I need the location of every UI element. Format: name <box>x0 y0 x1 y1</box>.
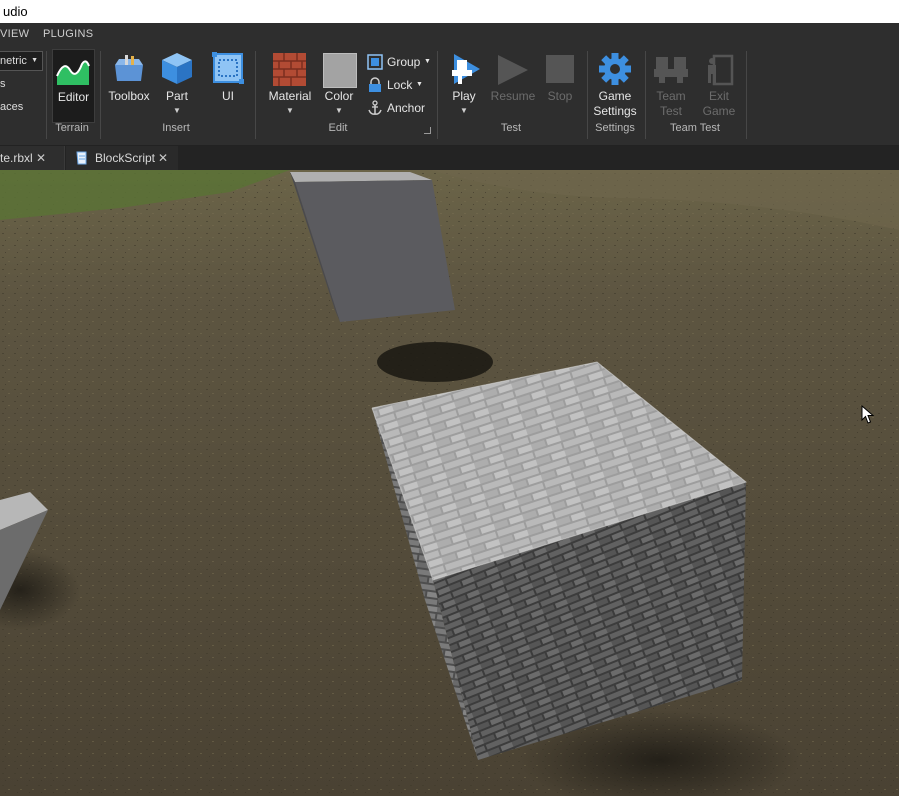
lock-icon <box>369 77 381 92</box>
ribbon-separator <box>746 51 747 139</box>
terrain-editor-button[interactable]: Editor <box>52 49 95 123</box>
window-title: udio <box>3 4 28 19</box>
team-test-icon <box>654 57 688 83</box>
chevron-down-icon: ▼ <box>173 106 181 115</box>
menu-item-plugins[interactable]: PLUGINS <box>43 23 93 45</box>
part-label: Part <box>165 89 188 103</box>
team-test-group-label: Team Test <box>670 122 720 134</box>
anchor-label: Anchor <box>387 101 426 115</box>
menu-bar: VIEW PLUGINS <box>0 23 899 46</box>
test-group-label: Test <box>500 122 522 134</box>
dropdown-value: netric <box>0 55 27 67</box>
brick-material-icon <box>273 53 306 86</box>
material-button[interactable]: Material ▼ <box>266 49 314 121</box>
settings-group-label: Settings <box>595 122 635 134</box>
tab-label: te.rbxl <box>0 151 33 165</box>
lock-label: Lock <box>387 78 413 92</box>
group-label: Group <box>387 55 421 69</box>
play-label: Play <box>452 89 476 103</box>
part-button[interactable]: Part ▼ <box>156 49 198 121</box>
left-partial-item-2[interactable]: aces <box>0 101 23 113</box>
chevron-down-icon: ▼ <box>460 106 468 115</box>
terrain-group-label: Terrain <box>55 122 89 134</box>
stop-button[interactable]: Stop <box>540 49 580 109</box>
toolbox-icon <box>115 55 143 81</box>
team-test-label-line2: Test <box>659 104 682 118</box>
toolbox-button[interactable]: Toolbox <box>104 49 154 109</box>
play-icon <box>452 54 480 84</box>
document-tab-bar: te.rbxl ✕ BlockScript ✕ <box>0 146 899 170</box>
insert-group-label: Insert <box>162 122 190 134</box>
chevron-down-icon: ▼ <box>335 106 343 115</box>
chevron-down-icon: ▼ <box>416 81 423 88</box>
group-icon <box>367 54 383 70</box>
game-settings-label-line2: Settings <box>593 104 637 118</box>
ribbon-toolbar: netric ▼ s aces Editor Terrain Toolbox P… <box>0 45 899 146</box>
tab-blockscript[interactable]: BlockScript ✕ <box>66 146 178 170</box>
tab-label: BlockScript <box>95 151 156 165</box>
terrain-editor-label: Editor <box>57 90 90 104</box>
scene-render <box>0 170 899 796</box>
ui-frame-icon <box>212 52 244 84</box>
ui-label: UI <box>222 89 234 103</box>
ribbon-separator <box>255 51 256 139</box>
tab-place-file[interactable]: te.rbxl ✕ <box>0 146 65 170</box>
game-settings-label-line1: Game <box>598 89 632 103</box>
toolbox-label: Toolbox <box>108 89 150 103</box>
group-button[interactable]: Group ▼ <box>367 52 433 72</box>
edit-group-label: Edit <box>328 122 348 134</box>
resume-icon <box>498 55 528 85</box>
exit-game-icon <box>708 54 734 86</box>
ribbon-separator <box>46 51 47 139</box>
mouse-cursor-icon <box>861 405 875 424</box>
resume-label: Resume <box>490 89 536 103</box>
chevron-down-icon: ▼ <box>424 58 431 65</box>
chevron-down-icon: ▼ <box>31 57 38 64</box>
anchor-button[interactable]: Anchor <box>367 98 433 118</box>
left-partial-item-1[interactable]: s <box>0 78 6 90</box>
team-test-label-line1: Team <box>656 89 686 103</box>
material-label: Material <box>268 89 312 103</box>
resume-button[interactable]: Resume <box>488 49 538 109</box>
exit-game-label-line2: Game <box>702 104 736 118</box>
transform-mode-dropdown[interactable]: netric ▼ <box>0 51 43 71</box>
terrain-icon <box>56 60 90 85</box>
gear-icon <box>599 53 631 85</box>
lock-button[interactable]: Lock ▼ <box>367 75 427 95</box>
team-test-button[interactable]: Team Test <box>650 49 692 121</box>
exit-game-label-line1: Exit <box>708 89 729 103</box>
close-icon[interactable]: ✕ <box>36 146 46 170</box>
ui-button[interactable]: UI <box>208 49 248 109</box>
chevron-down-icon: ▼ <box>286 106 294 115</box>
stop-label: Stop <box>547 89 573 103</box>
stop-icon <box>546 55 574 83</box>
color-swatch-icon <box>323 53 357 88</box>
script-icon <box>76 151 87 165</box>
color-button[interactable]: Color ▼ <box>318 49 360 121</box>
title-bar: udio <box>0 0 899 23</box>
anchor-icon <box>368 100 382 115</box>
dialog-launcher-icon[interactable] <box>424 127 431 134</box>
3d-viewport[interactable] <box>0 170 899 796</box>
play-button[interactable]: Play ▼ <box>444 49 484 121</box>
part-cube-icon <box>162 53 192 84</box>
exit-game-button[interactable]: Exit Game <box>698 49 740 121</box>
game-settings-button[interactable]: Game Settings <box>590 49 640 121</box>
menu-item-view[interactable]: VIEW <box>0 23 29 45</box>
close-icon[interactable]: ✕ <box>158 146 168 170</box>
color-label: Color <box>324 89 354 103</box>
